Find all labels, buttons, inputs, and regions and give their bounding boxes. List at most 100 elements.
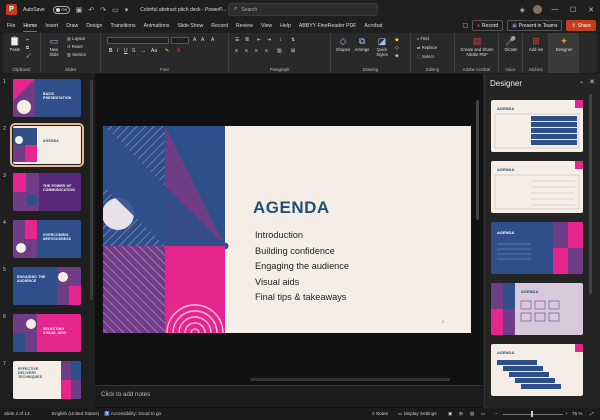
clear-format-icon[interactable]: A (211, 37, 214, 43)
bullets-icon[interactable]: ☰ (235, 37, 239, 43)
zoom-level[interactable]: 75 % (572, 411, 582, 416)
search-box[interactable]: ⌕ Search (228, 3, 378, 16)
slide-title[interactable]: AGENDA (253, 198, 330, 218)
accessibility-status[interactable]: ♿ Accessibility: Good to go (104, 411, 161, 417)
zoom-slider[interactable] (503, 413, 563, 415)
design-idea[interactable]: AGENDA (491, 161, 583, 213)
font-family-select[interactable] (107, 37, 169, 44)
tab-review[interactable]: Review (236, 19, 253, 33)
close-icon[interactable]: ✕ (586, 6, 596, 14)
quick-styles-button[interactable]: ◪ Quick Styles (373, 36, 391, 57)
reset-button[interactable]: ↺ Reset (67, 44, 83, 49)
present-in-teams-button[interactable]: ▣ Present in Teams (507, 20, 563, 31)
shape-fill-icon[interactable]: ◆ (395, 37, 399, 43)
slide-thumbnail[interactable]: BASIC PRESENTATION (13, 79, 81, 117)
tab-help[interactable]: Help (280, 19, 291, 33)
close-icon[interactable]: ✕ (589, 78, 595, 86)
present-from-start-icon[interactable]: ▭ (112, 6, 119, 14)
slide-thumbnail-selected[interactable]: AGENDA (10, 123, 84, 167)
zoom-slider-thumb[interactable] (531, 411, 533, 417)
shapes-button[interactable]: ◇ Shapes (334, 36, 352, 52)
replace-button[interactable]: ⇄ Replace (417, 45, 437, 50)
save-icon[interactable]: ▣ (76, 6, 83, 14)
align-right-icon[interactable]: ≡ (255, 48, 258, 54)
notes-pane[interactable]: Click to add notes (95, 385, 483, 407)
tab-file[interactable]: File (7, 19, 15, 33)
find-button[interactable]: ⌕ Find (417, 36, 429, 41)
font-size-select[interactable] (171, 37, 189, 44)
record-button[interactable]: ● Record (472, 20, 504, 31)
italic-icon[interactable]: I (117, 48, 118, 54)
design-idea[interactable]: AGENDA (491, 283, 583, 335)
editor-horizontal-scrollbar[interactable] (250, 378, 450, 381)
tab-record[interactable]: Record (211, 19, 228, 33)
decrease-indent-icon[interactable]: ⇤ (257, 37, 261, 43)
columns-icon[interactable]: ▥ (277, 48, 282, 54)
design-idea[interactable]: AGENDA (491, 344, 583, 396)
share-button[interactable]: ⇪ Share (566, 20, 596, 31)
copy-icon[interactable]: ⧉ (26, 45, 29, 50)
slide-sorter-icon[interactable]: ⊞ (459, 411, 463, 417)
current-slide[interactable]: AGENDA Introduction Building confidence … (103, 126, 471, 333)
designer-button[interactable]: ✦ Designer (551, 36, 577, 52)
undo-icon[interactable]: ↶ (88, 6, 94, 14)
paste-button[interactable]: 📋 Paste (7, 36, 23, 52)
customize-toolbar-icon[interactable]: ▾ (125, 6, 129, 14)
cut-icon[interactable]: ✂ (26, 37, 30, 42)
justify-icon[interactable]: ≡ (265, 48, 268, 54)
create-share-pdf-button[interactable]: ▤ Create and Share Adobe PDF (455, 36, 499, 57)
decrease-font-icon[interactable]: A (201, 37, 204, 43)
tab-design[interactable]: Design (86, 19, 102, 33)
thumbnail-scrollbar[interactable] (90, 80, 93, 300)
numbering-icon[interactable]: ≣ (245, 37, 249, 43)
smartart-icon[interactable]: ⊞ (291, 48, 295, 54)
zoom-in-icon[interactable]: + (565, 411, 568, 416)
align-left-icon[interactable]: ≡ (235, 48, 238, 54)
slide-thumbnail[interactable]: OVERCOMING NERVOUSNESS (13, 220, 81, 258)
agenda-item[interactable]: Visual aids (255, 277, 299, 287)
reading-view-icon[interactable]: ▤ (470, 411, 474, 417)
slide-thumbnail[interactable]: THE POWER OF COMMUNICATION (13, 173, 81, 211)
tab-transitions[interactable]: Transitions (110, 19, 135, 33)
format-painter-icon[interactable]: 🖌 (26, 53, 31, 59)
dictate-button[interactable]: 🎤 Dictate (500, 36, 522, 52)
designer-scrollbar[interactable] (589, 94, 592, 294)
section-button[interactable]: ▥ Section (67, 52, 86, 57)
maximize-icon[interactable]: ☐ (568, 6, 578, 14)
avatar[interactable] (533, 5, 542, 14)
minimize-icon[interactable]: — (550, 6, 560, 13)
increase-indent-icon[interactable]: ⇥ (267, 37, 271, 43)
display-settings-button[interactable]: ▭ Display Settings (398, 411, 437, 417)
addins-button[interactable]: ⊞ Add-ins (524, 36, 548, 52)
text-direction-icon[interactable]: ⇅ (291, 37, 295, 43)
slide-thumbnail[interactable]: EFFECTIVE DELIVERY TECHNIQUES (13, 361, 81, 399)
design-idea[interactable]: AGENDA (491, 100, 583, 152)
arrange-button[interactable]: ⧉ Arrange (353, 36, 371, 52)
editor-vertical-scrollbar[interactable] (476, 100, 479, 220)
line-spacing-icon[interactable]: ↕ (279, 37, 282, 43)
redo-icon[interactable]: ↷ (100, 6, 106, 14)
fit-slide-icon[interactable]: ⤢ (590, 411, 594, 416)
copilot-icon[interactable]: ◈ (520, 6, 525, 14)
font-color-icon[interactable]: A (177, 48, 180, 54)
slide-thumbnail[interactable]: SELECTING VISUAL AIDS (13, 314, 81, 352)
agenda-item[interactable]: Engaging the audience (255, 261, 349, 271)
slide-thumbnail[interactable]: ENGAGING THE AUDIENCE (13, 267, 81, 305)
select-button[interactable]: ⬚ Select (417, 54, 434, 59)
language-status[interactable]: English (United States) (52, 411, 99, 416)
highlight-icon[interactable]: ✎ (165, 48, 169, 54)
tab-abbyy[interactable]: ABBYY FineReader PDF (299, 19, 357, 33)
zoom-out-icon[interactable]: − (495, 411, 498, 416)
align-center-icon[interactable]: ≡ (245, 48, 248, 54)
increase-font-icon[interactable]: A (193, 37, 196, 43)
autosave-toggle[interactable]: Off (52, 5, 70, 14)
comments-icon[interactable]: ▢ (462, 22, 468, 29)
tab-draw[interactable]: Draw (66, 19, 78, 33)
char-spacing-icon[interactable]: ↔ (141, 48, 146, 54)
agenda-item[interactable]: Final tips & takeaways (255, 292, 346, 302)
design-idea[interactable]: AGENDA (491, 222, 583, 274)
tab-slide-show[interactable]: Slide Show (177, 19, 203, 33)
normal-view-icon[interactable]: ▣ (448, 411, 452, 417)
notes-button[interactable]: ≡ Notes (372, 411, 388, 416)
layout-button[interactable]: ▤ Layout (67, 36, 85, 41)
